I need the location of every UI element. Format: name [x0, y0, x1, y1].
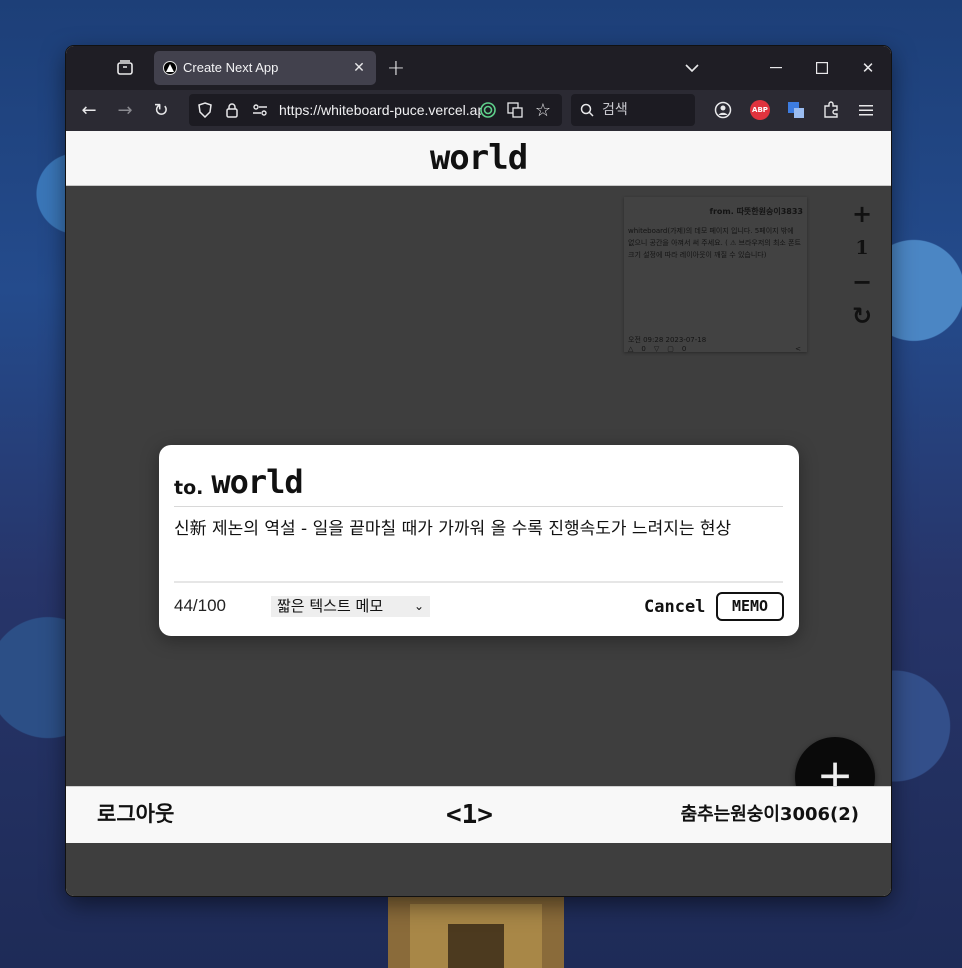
page-footer: 로그아웃 <1> 춤추는원숭이3006(2) — [66, 786, 891, 843]
memo-textarea[interactable]: 신新 제논의 역설 - 일을 끝마칠 때가 가까워 올 수록 진행속도가 느려지… — [174, 515, 789, 575]
logout-button[interactable]: 로그아웃 — [97, 787, 174, 841]
memo-type-value: 짧은 텍스트 메모 — [277, 597, 384, 615]
lock-icon[interactable] — [223, 101, 241, 119]
chevron-down-icon: ⌄ — [413, 599, 424, 613]
recipient: to. world — [174, 461, 304, 501]
favicon-icon — [163, 61, 177, 75]
zoom-level: 1 — [855, 237, 869, 259]
minimize-icon[interactable] — [764, 56, 788, 80]
zoom-controls: + 1 − ↻ — [846, 197, 878, 333]
tab-active[interactable]: Create Next App ✕ — [154, 51, 376, 85]
extension-translate-icon[interactable] — [786, 100, 806, 120]
adblock-label: ABP — [752, 106, 768, 114]
comment-icon[interactable]: ▢ — [667, 345, 674, 353]
search-icon — [579, 102, 595, 118]
translate-icon[interactable] — [506, 101, 524, 119]
page-pager[interactable]: <1> — [446, 787, 493, 843]
zoom-reset-icon[interactable]: ↻ — [846, 299, 878, 333]
account-icon[interactable] — [713, 100, 733, 120]
memo-author: from. 따뜻한원숭이3833 — [709, 207, 803, 216]
close-tab-icon[interactable]: ✕ — [350, 59, 368, 77]
memo-dialog: to. world 신新 제논의 역설 - 일을 끝마칠 때가 가까워 올 수록… — [159, 445, 799, 636]
share-icon[interactable]: < — [795, 345, 801, 353]
search-bar[interactable]: 검색 — [571, 94, 695, 126]
shield-icon[interactable] — [196, 101, 214, 119]
tab-title: Create Next App — [183, 60, 279, 75]
memo-type-select[interactable]: 짧은 텍스트 메모 ⌄ — [271, 596, 430, 617]
menu-icon[interactable] — [856, 100, 876, 120]
url-bar[interactable]: https://whiteboard-puce.vercel.app ☆ — [189, 94, 562, 126]
search-placeholder: 검색 — [602, 102, 628, 118]
divider — [174, 581, 783, 583]
forward-icon[interactable]: → — [114, 99, 136, 121]
memo-submit-button[interactable]: MEMO — [716, 592, 784, 621]
memo-actions: △ 0 ▽ ▢ 0 < — [628, 345, 803, 353]
memo-body: whiteboard(가제)의 데모 페이지 입니다. 5페이지 밖에 없으니 … — [628, 227, 801, 259]
zoom-in-icon[interactable]: + — [846, 197, 878, 231]
divider — [174, 506, 783, 507]
reload-icon[interactable]: ↻ — [150, 99, 172, 121]
comment-count: 0 — [681, 345, 687, 353]
browser-window: Create Next App ✕ + ✕ ← → ↻ https://whit… — [66, 46, 891, 896]
memo-card[interactable]: from. 따뜻한원숭이3833 whiteboard(가제)의 데모 페이지 … — [624, 197, 807, 353]
url-text: https://whiteboard-puce.vercel.app — [279, 102, 481, 118]
memo-date: 오전 09:28 2023-07-18 — [628, 336, 707, 344]
char-count: 44/100 — [174, 596, 226, 615]
like-count: 0 — [641, 345, 646, 353]
chevron-down-icon[interactable] — [680, 56, 704, 80]
zoom-out-icon[interactable]: − — [846, 265, 878, 299]
bookmark-star-icon[interactable]: ☆ — [533, 100, 553, 121]
cancel-button[interactable]: Cancel — [644, 595, 705, 619]
new-tab-icon[interactable]: + — [384, 56, 408, 81]
back-icon[interactable]: ← — [78, 99, 100, 121]
user-name: 춤추는원숭이3006(2) — [680, 804, 859, 825]
tab-bar: Create Next App ✕ + ✕ — [66, 46, 891, 90]
recipient-prefix: to. — [174, 477, 204, 499]
like-icon[interactable]: △ — [628, 345, 633, 353]
tracking-icon[interactable] — [479, 101, 497, 119]
tab-overview-icon[interactable] — [112, 56, 138, 80]
nav-bar: ← → ↻ https://whiteboard-puce.vercel.app… — [66, 90, 891, 131]
page-header: world — [66, 131, 891, 186]
page-viewport: world from. 따뜻한원숭이3833 whiteboard(가제)의 데… — [66, 131, 891, 896]
permissions-icon[interactable] — [250, 101, 270, 119]
recipient-name: world — [211, 463, 303, 501]
maximize-icon[interactable] — [810, 56, 834, 80]
close-window-icon[interactable]: ✕ — [856, 56, 880, 80]
extensions-icon[interactable] — [821, 100, 841, 120]
adblock-icon[interactable]: ABP — [750, 100, 770, 120]
page-title: world — [429, 138, 528, 178]
dislike-icon[interactable]: ▽ — [654, 345, 659, 353]
